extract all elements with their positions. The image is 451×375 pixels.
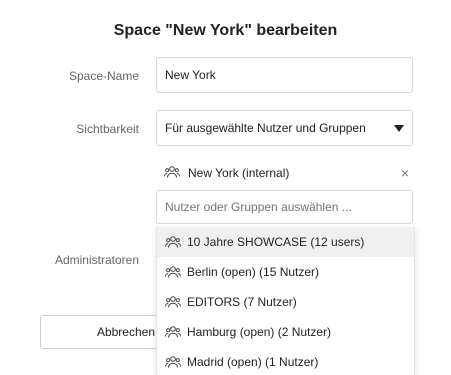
close-icon[interactable]: ×	[401, 164, 409, 182]
group-icon	[165, 265, 181, 279]
space-name-input[interactable]	[156, 57, 413, 93]
selected-group-tag: New York (internal) ×	[164, 164, 409, 182]
space-name-label: Space-Name	[68, 69, 139, 83]
group-search-input[interactable]	[156, 190, 413, 224]
dropdown-item[interactable]: Madrid (open) (1 Nutzer)	[157, 347, 414, 375]
dropdown-item-label: 10 Jahre SHOWCASE (12 users)	[187, 235, 365, 249]
dropdown-item[interactable]: EDITORS (7 Nutzer)	[157, 287, 414, 317]
visibility-selected-value: Für ausgewählte Nutzer und Gruppen	[165, 121, 366, 135]
group-icon	[165, 325, 181, 339]
group-icon	[165, 235, 181, 249]
group-icon	[165, 295, 181, 309]
administrators-label: Administratoren	[54, 253, 139, 267]
group-icon	[165, 355, 181, 369]
dialog-title: Space "New York" bearbeiten	[113, 22, 338, 39]
dropdown-item[interactable]: Hamburg (open) (2 Nutzer)	[157, 317, 414, 347]
dropdown-item-label: Hamburg (open) (2 Nutzer)	[187, 325, 332, 339]
group-dropdown: 10 Jahre SHOWCASE (12 users) Berlin (ope…	[156, 227, 415, 375]
visibility-label: Sichtbarkeit	[76, 122, 139, 136]
chevron-down-icon	[394, 125, 404, 132]
selected-group-label: New York (internal)	[188, 166, 290, 180]
dropdown-item-label: Berlin (open) (15 Nutzer)	[187, 265, 320, 279]
dropdown-item-label: EDITORS (7 Nutzer)	[187, 295, 297, 309]
dropdown-item[interactable]: Berlin (open) (15 Nutzer)	[157, 257, 414, 287]
dropdown-item-label: Madrid (open) (1 Nutzer)	[187, 355, 319, 369]
group-icon	[164, 165, 180, 179]
visibility-select[interactable]: Für ausgewählte Nutzer und Gruppen	[156, 110, 413, 146]
dropdown-item[interactable]: 10 Jahre SHOWCASE (12 users)	[157, 227, 414, 257]
